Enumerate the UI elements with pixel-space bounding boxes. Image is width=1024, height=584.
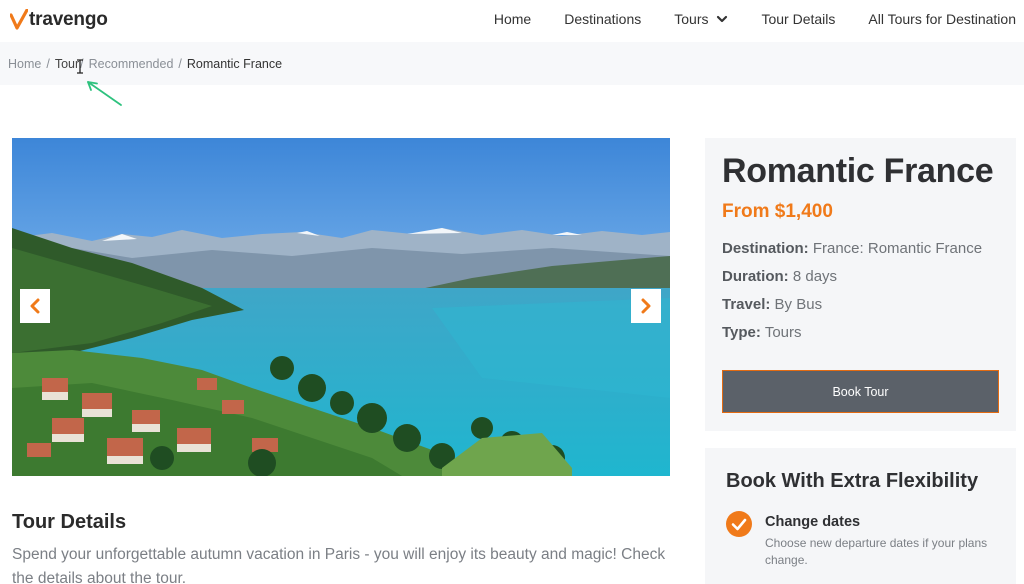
tour-type: Type: Tours (722, 324, 802, 341)
text-cursor-icon (77, 59, 83, 74)
meta-value: France: Romantic France (812, 240, 983, 257)
tour-title: Romantic France (722, 152, 994, 190)
site-header: travengo Home Destinations Tours Tour De… (0, 0, 1024, 42)
tour-info-card: Romantic France From $1,400 Destination:… (705, 138, 1016, 431)
logo-mark-icon (10, 9, 28, 30)
chevron-left-icon (30, 298, 40, 314)
breadcrumb: Home / Tour / Recommended / Romantic Fra… (8, 57, 282, 71)
slider-next-button[interactable] (631, 289, 661, 323)
tour-details-description: Spend your unforgettable autumn vacation… (12, 546, 666, 584)
breadcrumb-home[interactable]: Home (8, 57, 41, 71)
site-logo[interactable]: travengo (10, 6, 108, 34)
meta-value: Tours (764, 324, 802, 341)
chevron-right-icon (641, 298, 651, 314)
chevron-down-icon (717, 15, 728, 23)
logo-text: travengo (29, 9, 108, 30)
meta-value: 8 days (792, 268, 838, 285)
slider-prev-button[interactable] (20, 289, 50, 323)
meta-label: Type: (722, 324, 761, 341)
check-circle-icon (726, 511, 752, 537)
nav-home[interactable]: Home (494, 11, 531, 27)
meta-label: Travel: (722, 296, 771, 313)
nav-destinations[interactable]: Destinations (564, 11, 641, 27)
flex-item-text: Choose new departure dates if your plans… (765, 536, 988, 567)
flexibility-card: Book With Extra Flexibility Change dates… (705, 448, 1016, 584)
breadcrumb-separator: / (178, 57, 182, 71)
flex-item-title: Change dates (765, 514, 861, 530)
nav-home-label: Home (493, 11, 532, 27)
flexibility-heading: Book With Extra Flexibility (726, 470, 979, 492)
nav-all-tours-for-destination[interactable]: All Tours for Destination (868, 11, 1016, 27)
tour-photo (12, 138, 670, 476)
tour-image-slider[interactable] (12, 138, 670, 476)
meta-label: Destination: (722, 240, 809, 257)
tour-duration: Duration: 8 days (722, 268, 837, 285)
meta-value: By Bus (774, 296, 823, 313)
tour-travel: Travel: By Bus (722, 296, 822, 313)
main-nav: Home Destinations Tours Tour Details All… (494, 0, 1016, 38)
tour-destination: Destination: France: Romantic France (722, 240, 982, 257)
breadcrumb-separator: / (46, 57, 50, 71)
annotation-arrow-icon (87, 81, 122, 106)
nav-destinations-label: Destinations (564, 11, 642, 27)
nav-tours-label: Tours (674, 11, 709, 27)
breadcrumb-current: Romantic France (186, 57, 283, 71)
nav-all-tours-label: All Tours for Destination (868, 11, 1016, 27)
book-tour-button[interactable]: Book Tour (722, 370, 999, 413)
nav-tour-details[interactable]: Tour Details (761, 11, 835, 27)
breadcrumb-recommended[interactable]: Recommended (89, 57, 174, 71)
nav-tours[interactable]: Tours (674, 11, 728, 27)
breadcrumb-bar: Home / Tour / Recommended / Romantic Fra… (0, 42, 1024, 85)
nav-tour-details-label: Tour Details (761, 11, 836, 27)
meta-label: Duration: (722, 268, 789, 285)
tour-price: From $1,400 (722, 201, 833, 222)
tour-details-heading: Tour Details (12, 511, 127, 533)
